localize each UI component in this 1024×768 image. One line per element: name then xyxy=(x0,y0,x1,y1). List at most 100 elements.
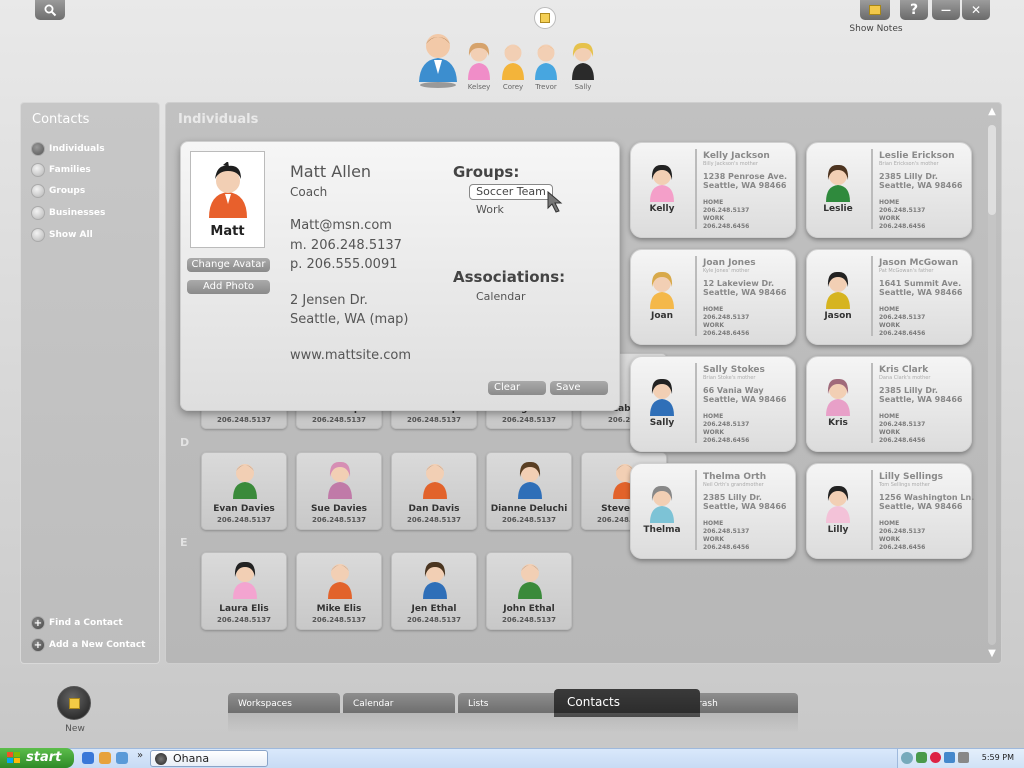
contact-website[interactable]: www.mattsite.com xyxy=(290,348,411,363)
contact-address-line2: Seattle, WA 98466 xyxy=(879,288,963,297)
contact-first-name: Kris xyxy=(828,418,848,428)
add-contact-button[interactable]: + Add a New Contact xyxy=(31,638,145,652)
contact-card[interactable]: Dianne Deluchi 206.248.5137 xyxy=(486,452,572,530)
contact-email[interactable]: Matt@msn.com xyxy=(290,218,392,233)
contact-card[interactable]: Evan Davies 206.248.5137 xyxy=(201,452,287,530)
person-avatar-icon xyxy=(572,42,594,80)
scroll-thumb[interactable] xyxy=(988,125,996,215)
media-icon[interactable] xyxy=(116,752,128,764)
home-label: HOME xyxy=(879,306,900,313)
group-work[interactable]: Work xyxy=(476,203,504,216)
contact-detail-card[interactable]: Kris Kris Clark Dana Clark's mother 2385 Li… xyxy=(806,356,972,452)
tray-security-icon[interactable] xyxy=(930,752,941,763)
start-button[interactable]: start xyxy=(0,748,74,768)
home-phone: 206.248.5137 xyxy=(879,421,926,428)
save-button[interactable]: Save xyxy=(550,381,608,395)
clear-button[interactable]: Clear xyxy=(488,381,546,395)
family-member-dad[interactable] xyxy=(416,30,460,88)
tab-calendar[interactable]: Calendar xyxy=(343,693,455,713)
tray-volume-icon[interactable] xyxy=(958,752,969,763)
search-icon xyxy=(44,4,56,16)
sidebar-item-individuals[interactable]: Individuals xyxy=(31,142,105,156)
ohana-app-icon xyxy=(155,753,167,765)
tray-network-icon[interactable] xyxy=(944,752,955,763)
scroll-up-icon[interactable]: ▲ xyxy=(985,105,999,119)
contact-card[interactable]: Mike Elis 206.248.5137 xyxy=(296,552,382,630)
help-button[interactable]: ? xyxy=(900,0,928,20)
contact-role[interactable]: Coach xyxy=(290,185,327,199)
home-phone: 206.248.5137 xyxy=(703,421,750,428)
family-member-corey[interactable]: Corey xyxy=(499,40,527,91)
contact-detail-card[interactable]: Jason Jason McGowan Pat McGowan's father 16… xyxy=(806,249,972,345)
sidebar-item-businesses[interactable]: Businesses xyxy=(31,206,105,220)
work-phone: 206.248.6456 xyxy=(879,223,926,230)
sidebar-item-show-all[interactable]: Show All xyxy=(31,228,93,242)
family-member-sally[interactable]: Sally xyxy=(569,40,597,91)
work-label: WORK xyxy=(879,322,900,329)
outlook-icon[interactable] xyxy=(99,752,111,764)
contact-detail-card[interactable]: Kelly Kelly Jackson Billy Jackson's mother… xyxy=(630,142,796,238)
contact-detail-card[interactable]: Leslie Leslie Erickson Brian Erickson's mo… xyxy=(806,142,972,238)
note-icon xyxy=(68,697,80,709)
contact-first-name: Jason xyxy=(824,311,852,321)
tray-expand-icon[interactable] xyxy=(901,752,913,764)
search-button[interactable] xyxy=(35,0,65,20)
contact-first-name: Thelma xyxy=(643,525,681,535)
home-phone: 206.248.5137 xyxy=(879,528,926,535)
contact-first-name: Leslie xyxy=(823,204,853,214)
contact-address-line2: Seattle, WA 98466 xyxy=(703,181,787,190)
person-avatar-icon xyxy=(826,164,850,202)
contact-address-line1: 2385 Lilly Dr. xyxy=(879,386,938,395)
contact-phone[interactable]: p. 206.555.0091 xyxy=(290,257,398,272)
close-button[interactable]: ✕ xyxy=(962,0,990,20)
taskbar-window-ohana[interactable]: Ohana xyxy=(150,750,268,767)
sidebar-item-groups[interactable]: Groups xyxy=(31,184,85,198)
work-phone: 206.248.6456 xyxy=(703,544,750,551)
note-bubble-icon[interactable] xyxy=(534,7,556,29)
contact-name[interactable]: Matt Allen xyxy=(290,162,371,181)
tab-workspaces[interactable]: Workspaces xyxy=(228,693,340,713)
vertical-scrollbar[interactable]: ▲ ▼ xyxy=(985,105,999,661)
contact-card[interactable]: Sue Davies 206.248.5137 xyxy=(296,452,382,530)
ie-icon[interactable] xyxy=(82,752,94,764)
family-member-trevor[interactable]: Trevor xyxy=(532,40,560,91)
contact-mobile[interactable]: m. 206.248.5137 xyxy=(290,238,402,253)
scroll-down-icon[interactable]: ▼ xyxy=(985,647,999,661)
new-button[interactable] xyxy=(57,686,91,720)
home-label: HOME xyxy=(879,199,900,206)
quicklaunch-more-icon[interactable]: » xyxy=(137,750,143,761)
home-label: HOME xyxy=(703,413,724,420)
person-avatar-icon xyxy=(328,564,352,599)
contact-detail-card[interactable]: Sally Sally Stokes Brian Stoke's mother 66 … xyxy=(630,356,796,452)
windows-logo-icon xyxy=(7,752,20,763)
family-member-kelsey[interactable]: Kelsey xyxy=(465,40,493,91)
home-label: HOME xyxy=(703,520,724,527)
contact-detail-card[interactable]: Joan Joan Jones Kyle Jones' mother 12 Lakev… xyxy=(630,249,796,345)
contact-card[interactable]: John Ethal 206.248.5137 xyxy=(486,552,572,630)
minimize-button[interactable]: — xyxy=(932,0,960,20)
show-notes-button[interactable] xyxy=(860,0,890,20)
home-phone: 206.248.5137 xyxy=(879,314,926,321)
add-photo-button[interactable]: Add Photo xyxy=(187,280,270,294)
association-calendar[interactable]: Calendar xyxy=(476,290,525,303)
contact-address-line1: 2385 Lilly Dr. xyxy=(703,493,762,502)
contact-first-name: Joan xyxy=(650,311,673,321)
change-avatar-button[interactable]: Change Avatar xyxy=(187,258,270,272)
group-soccer-team[interactable]: Soccer Team xyxy=(469,184,553,200)
contact-relation: Pat McGowan's father xyxy=(879,268,934,274)
contact-full-name: Leslie Erickson xyxy=(879,151,955,161)
sidebar-item-families[interactable]: Families xyxy=(31,163,91,177)
contact-address-line1[interactable]: 2 Jensen Dr. xyxy=(290,293,368,308)
contact-card[interactable]: Dan Davis 206.248.5137 xyxy=(391,452,477,530)
contact-card[interactable]: Jen Ethal 206.248.5137 xyxy=(391,552,477,630)
section-letter: D xyxy=(180,436,190,449)
contact-address-line2[interactable]: Seattle, WA (map) xyxy=(290,312,408,327)
tab-trash[interactable]: Trash xyxy=(684,693,798,713)
contact-detail-card[interactable]: Lilly Lilly Sellings Tom Sellings mother 12… xyxy=(806,463,974,559)
contact-detail-card[interactable]: Thelma Thelma Orth Neil Orth's grandmother… xyxy=(630,463,796,559)
person-avatar-icon xyxy=(518,461,542,499)
contact-card[interactable]: Laura Elis 206.248.5137 xyxy=(201,552,287,630)
find-contact-button[interactable]: + Find a Contact xyxy=(31,616,123,630)
contact-photo[interactable]: Matt xyxy=(190,151,265,248)
tray-msn-icon[interactable] xyxy=(916,752,927,763)
